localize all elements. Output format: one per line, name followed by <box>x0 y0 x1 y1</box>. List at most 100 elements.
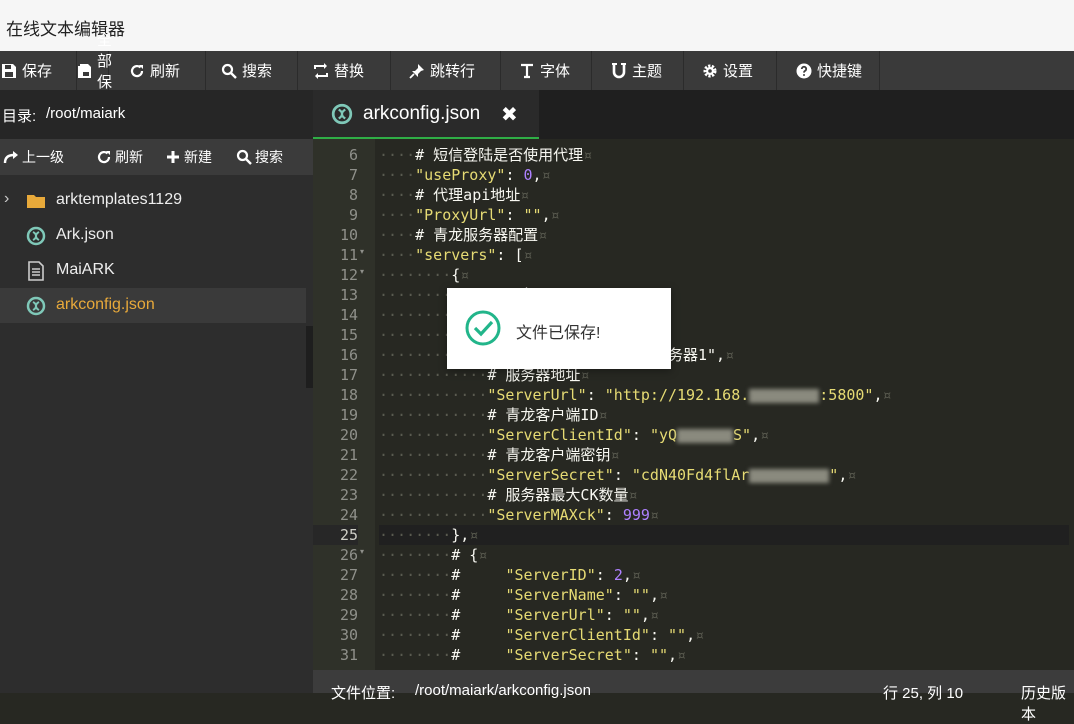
line-number: 23 <box>339 486 358 504</box>
code-token: , <box>541 206 551 224</box>
line-number: 8 <box>348 186 358 204</box>
code-token: "" <box>622 606 641 624</box>
gear-icon <box>701 62 719 80</box>
up-level-label: 上一级 <box>22 149 64 165</box>
code-token: " <box>829 466 839 484</box>
fold-arrow-icon[interactable]: ▾ <box>360 267 364 276</box>
directory-bar: 目录: /root/maiark <box>0 90 313 139</box>
sidebar-search-button[interactable]: 搜索 <box>236 147 283 167</box>
code-line: ········},¤ <box>379 525 1069 545</box>
history-button[interactable]: 历史版本 <box>1021 682 1074 724</box>
new-file-button[interactable]: 新建 <box>165 147 212 167</box>
line-number: 31 <box>339 646 358 664</box>
font-button[interactable]: 字体 <box>501 51 592 90</box>
tree-item-file[interactable]: Ark.json <box>0 218 313 253</box>
code-token: : <box>505 206 524 224</box>
code-token: }, <box>451 526 470 544</box>
line-number: 25 <box>313 525 358 545</box>
status-bar: 文件位置: /root/maiark/arkconfig.json 行 25, … <box>313 670 1074 723</box>
tab-label: arkconfig.json <box>363 103 481 124</box>
code-editor[interactable]: 6 7 8 9 10 11 ▾ 12 ▾ 13 14 15 16 17 18 19 20 21 22 23 24 25 26… <box>313 139 1074 670</box>
settings-button[interactable]: 设置 <box>684 51 777 90</box>
shortcuts-button[interactable]: 快捷键 <box>777 51 880 90</box>
chevron-right-icon[interactable]: › <box>4 190 9 208</box>
goto-line-button[interactable]: 跳转行 <box>391 51 501 90</box>
code-token: 2 <box>613 566 623 584</box>
line-number: 26 <box>339 546 358 564</box>
refresh-button[interactable]: 刷新 <box>109 51 206 90</box>
directory-label: 目录: <box>2 108 37 125</box>
tab-bar: arkconfig.json ✖ <box>313 90 1074 139</box>
code-token: "ServerUrl" <box>487 386 587 404</box>
refresh-icon <box>128 62 146 80</box>
code-token: , <box>873 386 883 404</box>
code-token: # 青龙客户端密钥 <box>487 446 611 464</box>
code-line: ············"ServerSecret": "cdN40Fd4flA… <box>379 466 857 484</box>
code-token: # { <box>451 546 479 564</box>
tab-arkconfig[interactable]: arkconfig.json ✖ <box>313 90 539 139</box>
code-token: # <box>451 606 506 624</box>
save-toast: 文件已保存! <box>447 288 671 369</box>
code-token: : <box>631 646 650 664</box>
code-line: ········# {¤ <box>379 546 488 564</box>
code-line: ············"ServerClientId": "yQ S",¤ <box>379 426 770 444</box>
directory-path: /root/maiark <box>46 105 126 122</box>
code-token: 999 <box>622 506 650 524</box>
line-gutter: 6 7 8 9 10 11 ▾ 12 ▾ 13 14 15 16 17 18 19 20 21 22 23 24 25 26… <box>313 139 375 670</box>
sidebar-refresh-label: 刷新 <box>115 149 143 165</box>
new-file-label: 新建 <box>184 149 212 165</box>
line-number: 30 <box>339 626 358 644</box>
tree-item-folder[interactable]: › arktemplates1129 <box>0 183 313 218</box>
goto-line-label: 跳转行 <box>430 63 476 80</box>
line-number: 6 <box>348 146 358 164</box>
code-token: # 青龙客户端ID <box>487 406 599 424</box>
code-token: # 代理api地址 <box>415 186 521 204</box>
code-line: ····"useProxy": 0,¤ <box>379 166 551 184</box>
theme-label: 主题 <box>632 63 663 80</box>
tree-item-file[interactable]: MaiARK <box>0 253 313 288</box>
plus-icon <box>165 149 181 165</box>
code-token: # 服务器最大CK数量 <box>487 486 629 504</box>
code-token: "ServerSecret" <box>487 466 614 484</box>
up-level-button[interactable]: 上一级 <box>3 147 64 167</box>
sidebar-refresh-button[interactable]: 刷新 <box>96 147 143 167</box>
help-icon <box>795 62 813 80</box>
code-line: ············# 青龙客户端ID¤ <box>379 406 608 424</box>
line-number: 10 <box>339 226 358 244</box>
code-line: ············"ServerMAXck": 999¤ <box>379 506 659 524</box>
code-token: 0 <box>523 166 533 184</box>
code-token: "servers" <box>415 246 497 264</box>
line-number: 12 <box>339 266 358 284</box>
text-file-icon <box>26 261 46 281</box>
file-sidebar: 目录: /root/maiark 上一级 刷新 新建 搜索 › arktempl… <box>0 90 313 693</box>
status-path: /root/maiark/arkconfig.json <box>415 682 591 699</box>
save-all-button[interactable]: 全部保存 <box>0 32 112 112</box>
code-line: ············# 青龙客户端密钥¤ <box>379 446 620 464</box>
close-icon[interactable]: ✖ <box>501 102 518 127</box>
code-token: # <box>451 586 506 604</box>
code-token: : <box>505 166 524 184</box>
refresh-icon <box>96 149 112 165</box>
tree-item-label: arkconfig.json <box>56 296 155 313</box>
line-number: 11 <box>339 246 358 264</box>
pin-icon <box>408 62 426 80</box>
fold-arrow-icon[interactable]: ▾ <box>360 247 364 256</box>
code-line: ········# "ServerID": 2,¤ <box>379 566 641 584</box>
line-number: 19 <box>339 406 358 424</box>
code-token: , <box>622 566 632 584</box>
line-number: 15 <box>339 326 358 344</box>
replace-button[interactable]: 替换 <box>298 51 391 90</box>
code-token: : <box>613 586 632 604</box>
tree-item-file-active[interactable]: arkconfig.json <box>0 288 306 323</box>
code-line: ············"ServerUrl": "http://192.168… <box>379 386 892 404</box>
line-number: 20 <box>339 426 358 444</box>
code-token: S" <box>733 426 752 444</box>
line-number: 18 <box>339 386 358 404</box>
code-token: : <box>613 466 632 484</box>
redacted-blur <box>677 428 734 443</box>
fold-arrow-icon[interactable]: ▾ <box>360 547 364 556</box>
redacted-blur <box>749 468 830 483</box>
search-button[interactable]: 搜索 <box>206 51 298 90</box>
theme-button[interactable]: 主题 <box>592 51 684 90</box>
refresh-label: 刷新 <box>150 63 181 80</box>
